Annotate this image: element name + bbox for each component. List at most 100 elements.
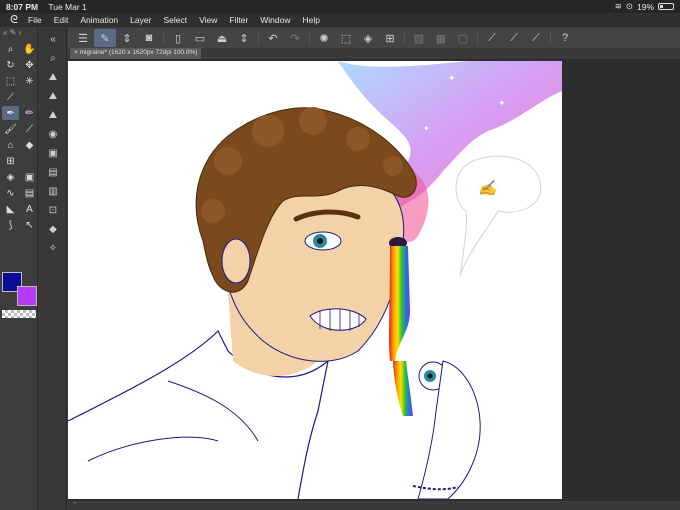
pencil-icon[interactable]: ✏ (21, 106, 38, 120)
color-swatches (2, 272, 37, 306)
separator (404, 31, 405, 45)
help-icon[interactable]: ? (554, 29, 576, 47)
transparent-color-swatch[interactable] (2, 310, 36, 318)
invert-selection-icon[interactable]: ▢ (452, 29, 474, 47)
artwork: ✍ ✦ ✦ ✦ ✦ (68, 61, 562, 499)
canvas-area[interactable]: ✍ ✦ ✦ ✦ ✦ (68, 59, 680, 501)
move-icon[interactable]: ✥ (21, 58, 38, 72)
frame-icon[interactable]: ▤ (21, 186, 38, 200)
separator (550, 31, 551, 45)
up-down-arrows-icon[interactable]: ⇕ (233, 29, 255, 47)
sub-view-icon[interactable]: ▤ (42, 164, 64, 180)
menu-help[interactable]: Help (302, 15, 319, 25)
expand-up-icon[interactable]: ⌃ (72, 502, 78, 509)
menu-window[interactable]: Window (260, 15, 290, 25)
hair-curl (201, 199, 225, 223)
held-pupil (427, 373, 433, 379)
adjust-icon[interactable]: ⛰ (42, 107, 64, 123)
eraser-icon[interactable]: ◆ (21, 138, 38, 152)
menu-animation[interactable]: Animation (80, 15, 118, 25)
layer-property-icon[interactable]: ▣ (42, 145, 64, 161)
stabilizer-icon[interactable]: ⟋ (503, 29, 525, 47)
curve-icon[interactable]: ∿ (2, 186, 19, 200)
redo-icon[interactable]: ↷ (284, 29, 306, 47)
battery-percent: 19% (636, 1, 654, 12)
blank-tool (21, 154, 38, 168)
undo-icon[interactable]: ↶ (262, 29, 284, 47)
sparkle-icon: ✦ (423, 124, 430, 133)
deselect-icon[interactable]: ▨ (408, 29, 430, 47)
ear (221, 238, 251, 284)
blank-tool (21, 90, 38, 104)
modify-brush-icon[interactable]: ✎ (94, 29, 116, 47)
menu-filter[interactable]: Filter (229, 15, 248, 25)
zoom-icon[interactable]: ⌕ (2, 42, 19, 56)
crop-icon[interactable]: ▦ (430, 29, 452, 47)
tool-palette-header: « ✎ › (3, 28, 22, 37)
battery-icon (658, 3, 674, 10)
hair-curl (299, 107, 327, 135)
sparkle-icon: ✦ (498, 98, 506, 108)
sub-tool-bar: « ⌕ ⛰ ⛰ ⛰ ◉ ▣ ▤ ▥ ⊡ ◆ ✧ (39, 28, 67, 510)
sparkle-icon: ✦ (468, 144, 475, 153)
menu-hamburger-icon[interactable]: ☰ (72, 29, 94, 47)
status-left: 8:07 PM Tue Mar 1 (6, 2, 95, 12)
menu-view[interactable]: View (199, 15, 217, 25)
color-wheel-icon[interactable]: ◉ (42, 126, 64, 142)
tool-palette: « ✎ › ⌕ ✋ ↻ ✥ ⬚ ✳ ⟋ ✒ ✏ 🖌 ⟋ ⌂ ◆ ⊞ ◈ ▣ ∿ … (0, 28, 38, 510)
search-icon[interactable]: ⌕ (42, 50, 64, 66)
menu-layer[interactable]: Layer (130, 15, 151, 25)
fill-bucket-icon[interactable]: ◈ (2, 170, 19, 184)
hair-curl (252, 115, 284, 147)
document-tab[interactable]: × migraine* (1620 x 1620px 72dpi 100.0%) (70, 48, 202, 59)
speech-bubble (455, 155, 542, 277)
hand-icon[interactable]: ✋ (21, 42, 38, 56)
loading-icon[interactable]: ✺ (313, 29, 335, 47)
selection-icon[interactable]: ⬚ (2, 74, 19, 88)
grid-icon[interactable]: ⊞ (2, 154, 19, 168)
magic-wand-icon[interactable]: ✳ (21, 74, 38, 88)
operation-icon[interactable]: ↖ (21, 218, 38, 232)
clip-studio-logo-icon[interactable]: ᘓ (0, 14, 28, 27)
hair-curl (346, 127, 370, 151)
layers-stack-icon[interactable]: ◆ (42, 221, 64, 237)
history-icon[interactable]: ⊡ (42, 202, 64, 218)
new-file-icon[interactable]: ▯ (167, 29, 189, 47)
clear-icon[interactable]: ⬚ (335, 29, 357, 47)
menu-edit[interactable]: Edit (54, 15, 69, 25)
text-icon[interactable]: A (21, 202, 38, 216)
gradient-icon[interactable]: ▣ (21, 170, 38, 184)
separator (258, 31, 259, 45)
airbrush-icon[interactable]: ⟋ (21, 122, 38, 136)
tool-property-icon[interactable]: ✧ (42, 240, 64, 256)
fill-icon[interactable]: ◈ (357, 29, 379, 47)
navigator-icon[interactable]: ⛰ (42, 69, 64, 85)
menu-file[interactable]: File (28, 15, 42, 25)
ruler-icon[interactable]: ⟋ (481, 29, 503, 47)
menu-select[interactable]: Select (163, 15, 187, 25)
transform-icon[interactable]: ⊞ (379, 29, 401, 47)
sub-color-swatch[interactable] (17, 286, 37, 306)
up-down-arrows-icon[interactable]: ⇕ (116, 29, 138, 47)
tool-grid: ⌕ ✋ ↻ ✥ ⬚ ✳ ⟋ ✒ ✏ 🖌 ⟋ ⌂ ◆ ⊞ ◈ ▣ ∿ ▤ ◣ A … (0, 40, 37, 232)
eyedropper-icon[interactable]: ⟋ (2, 90, 19, 104)
collar-line (87, 380, 259, 462)
layer-icon[interactable]: ⛰ (42, 88, 64, 104)
decoration-icon[interactable]: ⌂ (2, 138, 19, 152)
collapse-icon[interactable]: « (42, 31, 64, 47)
status-time: 8:07 PM (6, 1, 39, 12)
figure-icon[interactable]: ◣ (2, 202, 19, 216)
brush-icon[interactable]: 🖌 (2, 122, 19, 136)
line-smoothing-icon[interactable]: ⟋ (525, 29, 547, 47)
material-icon[interactable]: ▥ (42, 183, 64, 199)
save-icon[interactable]: ⏏ (211, 29, 233, 47)
pen-icon[interactable]: ✒ (2, 106, 19, 120)
bottom-bar: ⌃ (68, 501, 680, 510)
rotate-icon[interactable]: ↻ (2, 58, 19, 72)
correct-line-icon[interactable]: ⟆ (2, 218, 19, 232)
companion-mode-icon[interactable]: ◙ (138, 29, 160, 47)
hair-curl (383, 156, 403, 176)
drawing-canvas[interactable]: ✍ ✦ ✦ ✦ ✦ (68, 61, 562, 499)
open-folder-icon[interactable]: ▭ (189, 29, 211, 47)
status-right: ≋ ⊙ 19% (615, 1, 674, 12)
